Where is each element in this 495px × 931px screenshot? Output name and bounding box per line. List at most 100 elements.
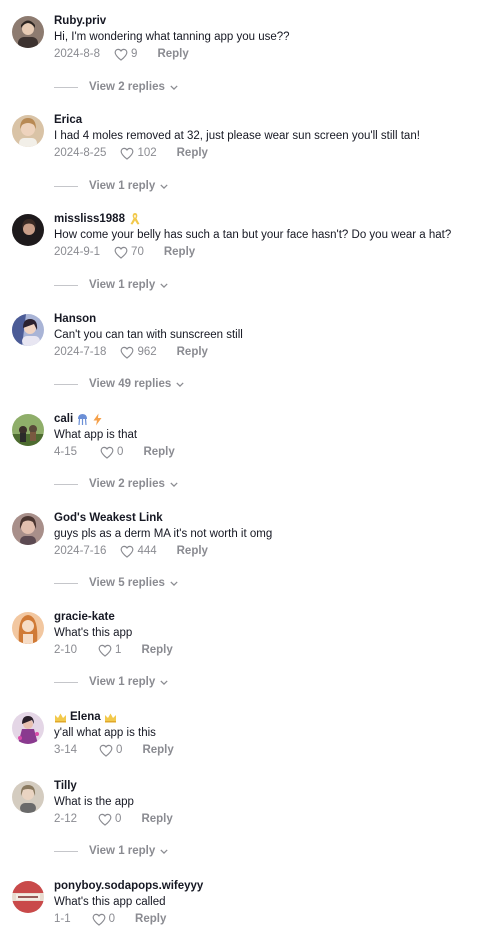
heart-icon <box>121 346 134 359</box>
username-text[interactable]: God's Weakest Link <box>54 511 163 525</box>
like-button[interactable]: 0 <box>92 912 115 926</box>
view-replies-button[interactable]: View 2 replies <box>54 81 178 93</box>
comment-date: 3-14 <box>54 744 78 756</box>
comment-text: What is the app <box>54 796 134 808</box>
username-text[interactable]: cali <box>54 412 73 426</box>
comment-date: 2024-8-8 <box>54 48 101 60</box>
reply-button[interactable]: Reply <box>177 345 208 359</box>
comment-text: How come your belly has such a tan but y… <box>54 229 452 241</box>
like-button[interactable]: 102 <box>120 146 157 160</box>
like-button[interactable]: 9 <box>114 47 137 61</box>
reply-button[interactable]: Reply <box>177 544 208 558</box>
view-replies-button[interactable]: View 2 replies <box>54 478 178 490</box>
like-button[interactable]: 0 <box>100 445 123 459</box>
view-replies-button[interactable]: View 1 reply <box>54 279 168 291</box>
crown-icon <box>55 713 66 722</box>
heart-icon <box>98 644 112 657</box>
like-button[interactable]: 70 <box>114 245 144 259</box>
view-replies-label: View 2 replies <box>89 478 165 490</box>
comment-text: Hi, I'm wondering what tanning app you u… <box>54 31 290 43</box>
view-replies-button[interactable]: View 5 replies <box>54 577 178 589</box>
comment-date: 4-15 <box>54 446 78 458</box>
username[interactable]: Elena <box>54 710 475 724</box>
ribbon-icon <box>130 213 140 225</box>
avatar[interactable] <box>12 881 44 913</box>
like-count: 962 <box>137 346 157 358</box>
like-button[interactable]: 1 <box>98 643 121 657</box>
avatar[interactable] <box>12 513 44 545</box>
divider <box>54 582 78 584</box>
avatar[interactable] <box>12 414 44 446</box>
comment-text: y'all what app is this <box>54 727 156 739</box>
username-text[interactable]: Erica <box>54 113 82 127</box>
username[interactable]: cali <box>54 412 475 426</box>
view-replies-label: View 1 reply <box>89 180 156 192</box>
divider <box>54 185 78 187</box>
like-button[interactable]: 962 <box>120 345 157 359</box>
like-count: 1 <box>115 644 122 656</box>
heart-icon <box>100 446 114 459</box>
like-count: 444 <box>137 545 157 557</box>
comment-date: 2024-7-18 <box>54 346 107 358</box>
chevron-down-icon <box>176 381 184 387</box>
chevron-down-icon <box>160 848 168 854</box>
username[interactable]: missliss1988 <box>54 212 475 226</box>
like-button[interactable]: 0 <box>99 743 122 757</box>
like-count: 70 <box>131 246 144 258</box>
username-text[interactable]: missliss1988 <box>54 212 125 226</box>
avatar[interactable] <box>12 16 44 48</box>
comment-text: Can't you can tan with sunscreen still <box>54 329 243 341</box>
username-text[interactable]: Ruby.priv <box>54 14 106 28</box>
reply-button[interactable]: Reply <box>141 812 172 826</box>
username[interactable]: Hanson <box>54 312 475 326</box>
view-replies-label: View 1 reply <box>89 676 156 688</box>
username-text[interactable]: Tilly <box>54 779 77 793</box>
username[interactable]: Erica <box>54 113 475 127</box>
username[interactable]: Tilly <box>54 779 475 793</box>
chevron-down-icon <box>160 282 168 288</box>
avatar[interactable] <box>12 612 44 644</box>
comment-date: 2-12 <box>54 813 78 825</box>
comment-date: 1-1 <box>54 913 71 925</box>
divider <box>54 383 78 385</box>
like-button[interactable]: 0 <box>98 812 121 826</box>
comment-text: What's this app <box>54 627 133 639</box>
username-text[interactable]: Elena <box>70 710 101 724</box>
username[interactable]: ponyboy.sodapops.wifeyyy <box>54 879 475 893</box>
comment-date: 2024-8-25 <box>54 147 107 159</box>
avatar[interactable] <box>12 781 44 813</box>
chevron-down-icon <box>170 481 178 487</box>
heart-icon <box>121 545 134 558</box>
reply-button[interactable]: Reply <box>157 47 188 61</box>
reply-button[interactable]: Reply <box>142 743 173 757</box>
divider <box>54 850 78 852</box>
comment-date: 2024-9-1 <box>54 246 101 258</box>
comment-meta: 4-15 0 Reply <box>54 445 475 459</box>
avatar[interactable] <box>12 214 44 246</box>
view-replies-button[interactable]: View 49 replies <box>54 378 184 390</box>
username-text[interactable]: gracie-kate <box>54 610 115 624</box>
username[interactable]: gracie-kate <box>54 610 475 624</box>
avatar[interactable] <box>12 712 44 744</box>
comment-meta: 2024-8-8 9 Reply <box>54 47 475 61</box>
divider <box>54 284 78 286</box>
username-text[interactable]: Hanson <box>54 312 96 326</box>
username[interactable]: Ruby.priv <box>54 14 475 28</box>
username-text[interactable]: ponyboy.sodapops.wifeyyy <box>54 879 203 893</box>
reply-button[interactable]: Reply <box>135 912 166 926</box>
heart-icon <box>92 913 106 926</box>
like-button[interactable]: 444 <box>120 544 157 558</box>
view-replies-button[interactable]: View 1 reply <box>54 180 168 192</box>
comment-meta: 1-1 0 Reply <box>54 912 475 926</box>
view-replies-button[interactable]: View 1 reply <box>54 845 168 857</box>
reply-button[interactable]: Reply <box>141 643 172 657</box>
view-replies-button[interactable]: View 1 reply <box>54 676 168 688</box>
reply-button[interactable]: Reply <box>143 445 174 459</box>
username[interactable]: God's Weakest Link <box>54 511 475 525</box>
like-count: 102 <box>137 147 157 159</box>
avatar[interactable] <box>12 115 44 147</box>
reply-button[interactable]: Reply <box>164 245 195 259</box>
avatar[interactable] <box>12 314 44 346</box>
reply-button[interactable]: Reply <box>177 146 208 160</box>
comment-date: 2-10 <box>54 644 78 656</box>
